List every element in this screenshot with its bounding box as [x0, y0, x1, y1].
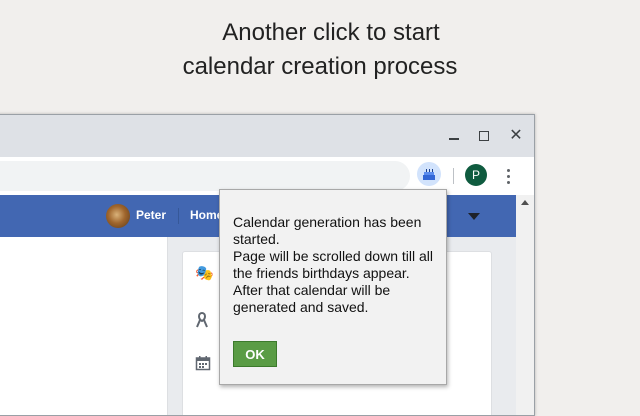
- user-avatar[interactable]: [106, 204, 130, 228]
- menu-kebab-icon[interactable]: [501, 164, 515, 188]
- toolbar-separator: [453, 168, 454, 184]
- birthday-cake-icon: [423, 169, 435, 180]
- profile-avatar[interactable]: P: [465, 164, 487, 186]
- vertical-scrollbar[interactable]: [516, 195, 534, 415]
- maximize-icon: [479, 131, 489, 141]
- minimize-icon: [449, 138, 459, 140]
- popup-message-line: Calendar generation has been started.: [233, 214, 422, 247]
- caption: Another click to start calendar creation…: [0, 16, 640, 84]
- close-icon: ✕: [509, 127, 523, 144]
- popup-message-line: Page will be scrolled down till all the …: [233, 248, 433, 281]
- nav-divider: [178, 208, 179, 224]
- theater-masks-icon[interactable]: 🎭: [195, 264, 214, 282]
- caption-line-1: Another click to start: [222, 19, 440, 46]
- minimize-button[interactable]: [439, 115, 469, 157]
- calendar-icon[interactable]: [195, 355, 211, 371]
- caption-line-2: calendar creation process: [182, 53, 458, 80]
- ribbon-icon[interactable]: [195, 311, 209, 329]
- address-bar[interactable]: [0, 161, 410, 191]
- ok-button[interactable]: OK: [233, 341, 277, 367]
- scroll-up-arrow-icon[interactable]: [521, 200, 529, 205]
- popup-message: Calendar generation has been started. Pa…: [233, 214, 439, 316]
- close-button[interactable]: ✕: [501, 115, 531, 157]
- extension-popup: Calendar generation has been started. Pa…: [219, 189, 447, 385]
- account-menu-caret-icon[interactable]: [468, 213, 480, 220]
- left-panel: [0, 237, 168, 415]
- extension-button[interactable]: [417, 162, 441, 186]
- user-name-link[interactable]: Peter: [136, 208, 166, 222]
- popup-message-line: After that calendar will be generated an…: [233, 282, 391, 315]
- maximize-button[interactable]: [469, 115, 499, 157]
